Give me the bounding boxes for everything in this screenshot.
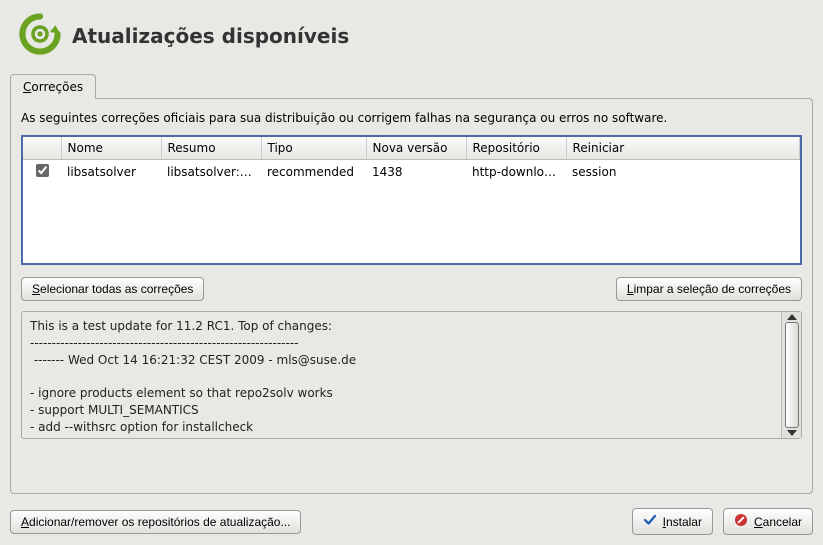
check-icon	[643, 513, 657, 530]
select-all-button[interactable]: Selecionar todas as correções	[21, 277, 204, 301]
page-title: Atualizações disponíveis	[72, 24, 349, 48]
cell-type: recommended	[261, 160, 366, 185]
description-text: As seguintes correções oficiais para sua…	[21, 111, 802, 125]
install-button[interactable]: Instalar	[632, 508, 713, 535]
scroll-up-icon[interactable]	[787, 314, 797, 320]
selection-buttons-row: Selecionar todas as correções Limpar a s…	[21, 277, 802, 301]
col-header-type[interactable]: Tipo	[261, 137, 366, 160]
footer-right: Instalar Cancelar	[632, 508, 813, 535]
add-remove-repos-button[interactable]: Adicionar/remover os repositórios de atu…	[10, 510, 301, 534]
table-row[interactable]: libsatsolver libsatsolver: … recommended…	[23, 160, 800, 185]
col-header-name[interactable]: Nome	[61, 137, 161, 160]
details-text: This is a test update for 11.2 RC1. Top …	[22, 312, 781, 438]
scroll-down-icon[interactable]	[787, 430, 797, 436]
tab-content: As seguintes correções oficiais para sua…	[10, 98, 813, 494]
footer: Adicionar/remover os repositórios de atu…	[10, 494, 813, 535]
row-checkbox-cell	[23, 160, 61, 185]
cancel-icon	[734, 513, 748, 530]
tab-corrections[interactable]: Correções	[10, 74, 96, 99]
col-header-summary[interactable]: Resumo	[161, 137, 261, 160]
col-header-check[interactable]	[23, 137, 61, 160]
clear-selection-button[interactable]: Limpar a seleção de correções	[616, 277, 802, 301]
col-header-newversion[interactable]: Nova versão	[366, 137, 466, 160]
cell-name: libsatsolver	[61, 160, 161, 185]
col-header-restart[interactable]: Reiniciar	[566, 137, 800, 160]
cell-restart: session	[566, 160, 800, 185]
table-header-row: Nome Resumo Tipo Nova versão Repositório…	[23, 137, 800, 160]
window-root: Atualizações disponíveis Correções As se…	[0, 0, 823, 545]
cell-summary: libsatsolver: …	[161, 160, 261, 185]
scroll-thumb[interactable]	[785, 322, 799, 428]
updates-table: Nome Resumo Tipo Nova versão Repositório…	[23, 137, 800, 185]
header: Atualizações disponíveis	[10, 12, 813, 59]
details-panel: This is a test update for 11.2 RC1. Top …	[21, 311, 802, 439]
cell-repo: http-download…	[466, 160, 566, 185]
row-checkbox[interactable]	[36, 164, 49, 177]
col-header-repo[interactable]: Repositório	[466, 137, 566, 160]
cell-newversion: 1438	[366, 160, 466, 185]
tab-strip: Correções	[10, 73, 813, 98]
opensuse-logo-icon	[18, 12, 62, 59]
scrollbar[interactable]	[781, 312, 801, 438]
cancel-button[interactable]: Cancelar	[723, 508, 813, 535]
updates-table-wrap: Nome Resumo Tipo Nova versão Repositório…	[21, 135, 802, 265]
